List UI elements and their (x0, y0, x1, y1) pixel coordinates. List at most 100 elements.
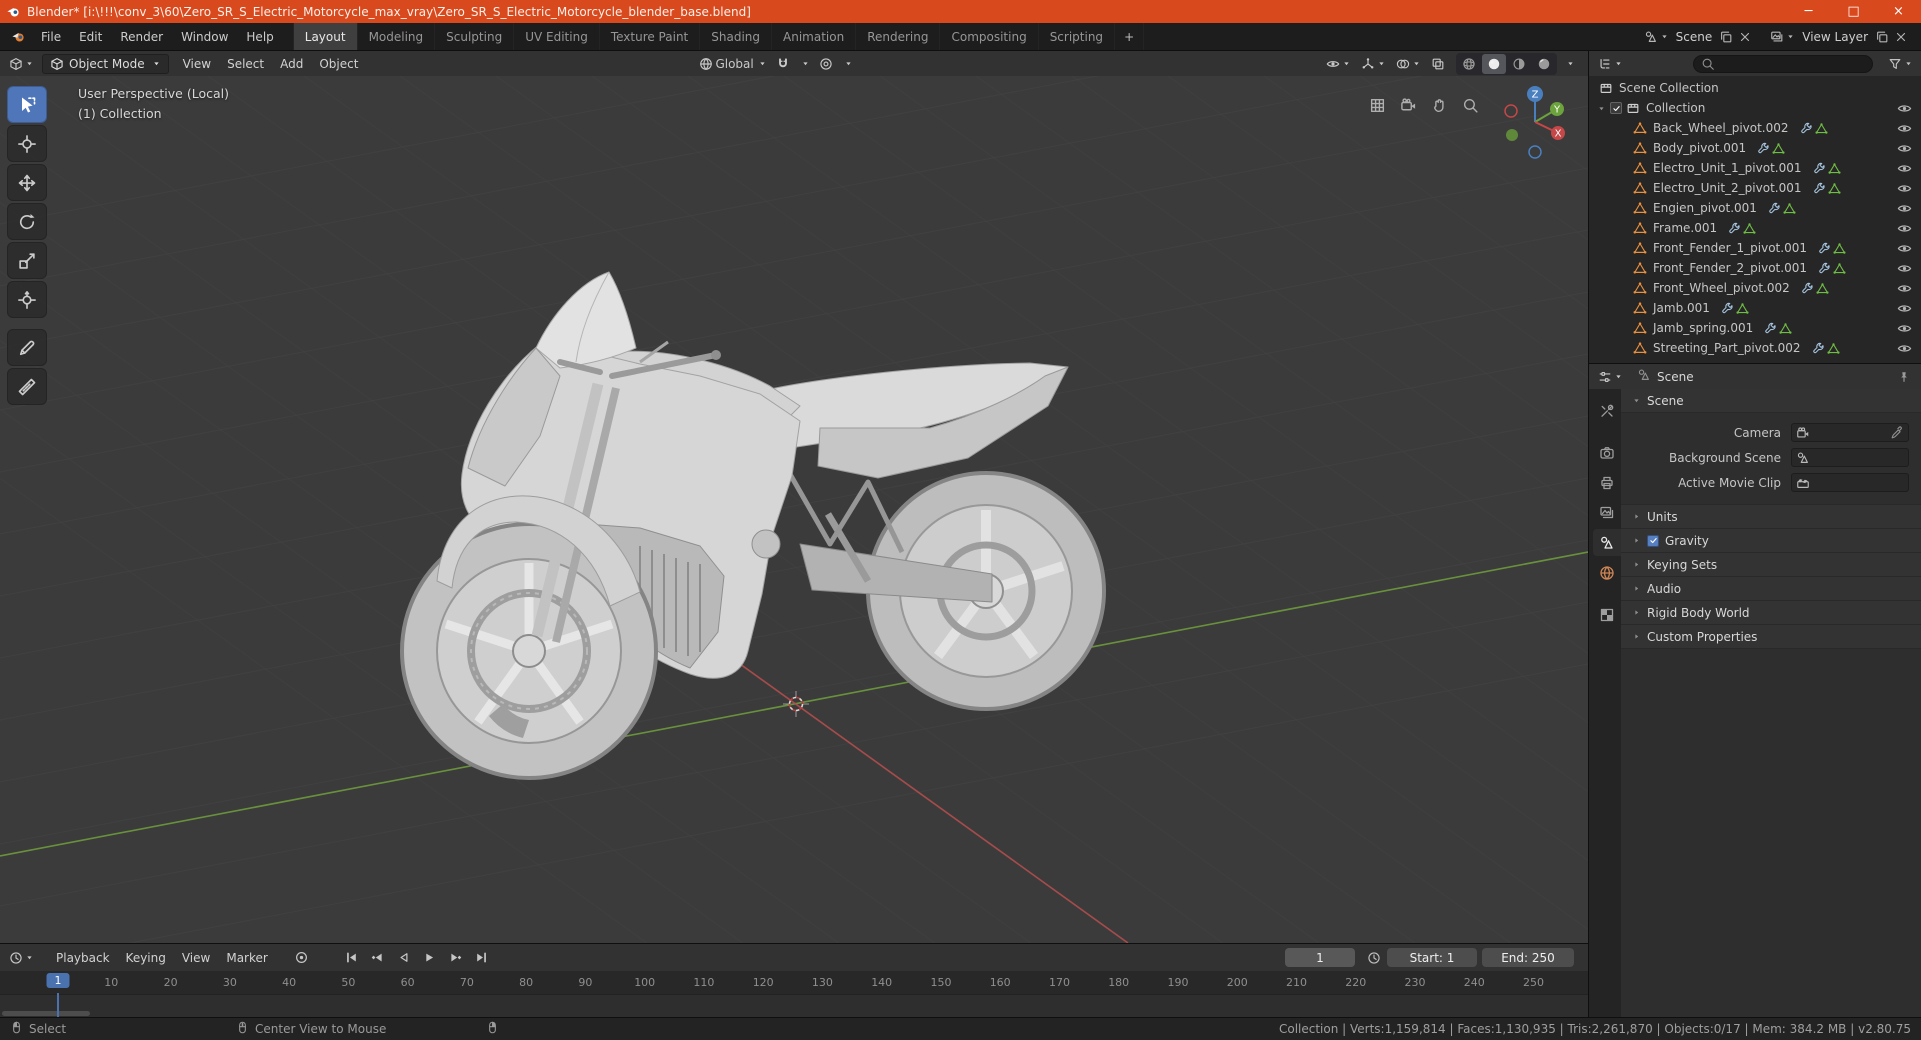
timeline-scrollbar[interactable] (2, 1011, 90, 1016)
navigation-gizmo[interactable]: Z Y X (1493, 80, 1577, 164)
menu-file[interactable]: File (32, 23, 70, 50)
object-visibility-dropdown[interactable] (1323, 55, 1354, 73)
visibility-toggle[interactable] (1897, 241, 1912, 256)
tool-move[interactable] (7, 164, 47, 201)
shading-solid-button[interactable] (1482, 53, 1506, 74)
maximize-button[interactable]: □ (1831, 0, 1876, 23)
toggle-projection-button[interactable] (1366, 94, 1388, 116)
visibility-toggle[interactable] (1897, 301, 1912, 316)
timeline-track[interactable] (0, 995, 1588, 1017)
camera-field[interactable] (1791, 423, 1909, 442)
workspace-tab-uv-editing[interactable]: UV Editing (514, 23, 600, 50)
orientation-dropdown[interactable]: Global (696, 55, 769, 73)
outliner-object-row[interactable]: Electro_Unit_1_pivot.001 (1589, 158, 1921, 178)
play-reverse-button[interactable] (392, 947, 416, 969)
gizmo-neg-z-axis[interactable] (1528, 145, 1542, 159)
shading-wireframe-button[interactable] (1457, 54, 1481, 74)
visibility-toggle[interactable] (1897, 101, 1912, 116)
unlink-scene-button[interactable] (1737, 29, 1753, 45)
timeline-editor-type-button[interactable] (6, 949, 37, 967)
properties-tab-render[interactable] (1593, 439, 1621, 466)
new-view-layer-button[interactable] (1874, 29, 1890, 45)
workspace-tab-shading[interactable]: Shading (700, 23, 772, 50)
panel-audio[interactable]: Audio (1621, 577, 1921, 601)
gizmo-neg-y-axis[interactable] (1506, 129, 1518, 141)
play-button[interactable] (418, 947, 442, 969)
snap-toggle[interactable] (773, 55, 793, 73)
viewport-menu-select[interactable]: Select (219, 51, 272, 76)
snap-dropdown[interactable] (796, 57, 813, 70)
background-scene-field[interactable] (1791, 448, 1909, 467)
properties-tab-output[interactable] (1593, 469, 1621, 496)
menu-edit[interactable]: Edit (70, 23, 111, 50)
minimize-button[interactable]: ─ (1786, 0, 1831, 23)
blender-app-menu[interactable] (4, 23, 32, 50)
outliner-object-row[interactable]: Engien_pivot.001 (1589, 198, 1921, 218)
current-frame-field[interactable]: 1 (1285, 948, 1355, 967)
scene-selector[interactable]: Scene (1676, 30, 1713, 44)
outliner-search-input[interactable] (1693, 54, 1873, 73)
workspace-tab-modeling[interactable]: Modeling (358, 23, 436, 50)
workspace-tab-texture-paint[interactable]: Texture Paint (600, 23, 701, 50)
outliner-object-row[interactable]: Body_pivot.001 (1589, 138, 1921, 158)
add-workspace-button[interactable]: + (1115, 23, 1145, 50)
view-layer-browse-button[interactable] (1769, 29, 1796, 45)
outliner-object-row[interactable]: Frame.001 (1589, 218, 1921, 238)
shading-dropdown[interactable] (1561, 57, 1578, 70)
jump-to-start-button[interactable] (340, 947, 364, 969)
outliner-editor-type-button[interactable] (1595, 55, 1626, 73)
auto-keying-button[interactable] (290, 947, 314, 969)
visibility-toggle[interactable] (1897, 201, 1912, 216)
workspace-tab-layout[interactable]: Layout (292, 23, 358, 50)
outliner-object-row[interactable]: Jamb_spring.001 (1589, 318, 1921, 338)
visibility-toggle[interactable] (1897, 261, 1912, 276)
frame-start-field[interactable]: Start: 1 (1387, 948, 1477, 967)
show-overlays-button[interactable] (1393, 55, 1424, 73)
workspace-tab-sculpting[interactable]: Sculpting (435, 23, 515, 50)
panel-gravity[interactable]: Gravity (1621, 529, 1921, 553)
timeline-menu-playback[interactable]: Playback (48, 945, 118, 970)
panel-keying-sets[interactable]: Keying Sets (1621, 553, 1921, 577)
visibility-toggle[interactable] (1897, 181, 1912, 196)
workspace-tab-scripting[interactable]: Scripting (1039, 23, 1116, 50)
timeline-ruler[interactable]: 1102030405060708090100110120130140150160… (0, 971, 1588, 995)
properties-tab-world[interactable] (1593, 559, 1621, 586)
panel-units[interactable]: Units (1621, 505, 1921, 529)
tool-annotate[interactable] (7, 329, 47, 366)
tool-transform[interactable] (7, 281, 47, 318)
tool-measure[interactable] (7, 368, 47, 405)
workspace-tab-rendering[interactable]: Rendering (856, 23, 941, 50)
panel-scene[interactable]: Scene (1621, 389, 1921, 413)
menu-render[interactable]: Render (111, 23, 172, 50)
tool-select-box[interactable] (7, 86, 47, 123)
properties-editor-type-button[interactable] (1595, 368, 1626, 386)
outliner-scene-collection-row[interactable]: Scene Collection (1589, 78, 1921, 98)
shading-rendered-button[interactable] (1532, 54, 1556, 74)
outliner-object-row[interactable]: Jamb.001 (1589, 298, 1921, 318)
timeline-menu-marker[interactable]: Marker (218, 945, 275, 970)
outliner-object-row[interactable]: Streeting_Part_pivot.002 (1589, 338, 1921, 358)
timeline-menu-keying[interactable]: Keying (118, 945, 174, 970)
zoom-view-button[interactable] (1459, 94, 1481, 116)
show-gizmos-button[interactable] (1358, 55, 1389, 73)
viewport-menu-object[interactable]: Object (311, 51, 366, 76)
outliner-object-row[interactable]: Front_Wheel_pivot.002 (1589, 278, 1921, 298)
properties-tab-scene[interactable] (1593, 529, 1621, 556)
outliner-object-row[interactable]: Front_Fender_1_pivot.001 (1589, 238, 1921, 258)
viewport-menu-view[interactable]: View (175, 51, 219, 76)
properties-tab-tool[interactable] (1593, 397, 1621, 424)
visibility-toggle[interactable] (1897, 221, 1912, 236)
outliner-object-row[interactable]: Back_Wheel_pivot.002 (1589, 118, 1921, 138)
workspace-tab-compositing[interactable]: Compositing (940, 23, 1039, 50)
new-scene-button[interactable] (1718, 29, 1734, 45)
proportional-falloff-dropdown[interactable] (839, 57, 856, 70)
outliner-object-row[interactable]: Electro_Unit_2_pivot.001 (1589, 178, 1921, 198)
visibility-toggle[interactable] (1897, 121, 1912, 136)
panel-custom-properties[interactable]: Custom Properties (1621, 625, 1921, 649)
pin-icon[interactable] (1897, 370, 1915, 384)
jump-to-end-button[interactable] (470, 947, 494, 969)
panel-rigid-body-world[interactable]: Rigid Body World (1621, 601, 1921, 625)
active-movie-clip-field[interactable] (1791, 473, 1909, 492)
camera-view-button[interactable] (1397, 94, 1419, 116)
visibility-toggle[interactable] (1897, 161, 1912, 176)
